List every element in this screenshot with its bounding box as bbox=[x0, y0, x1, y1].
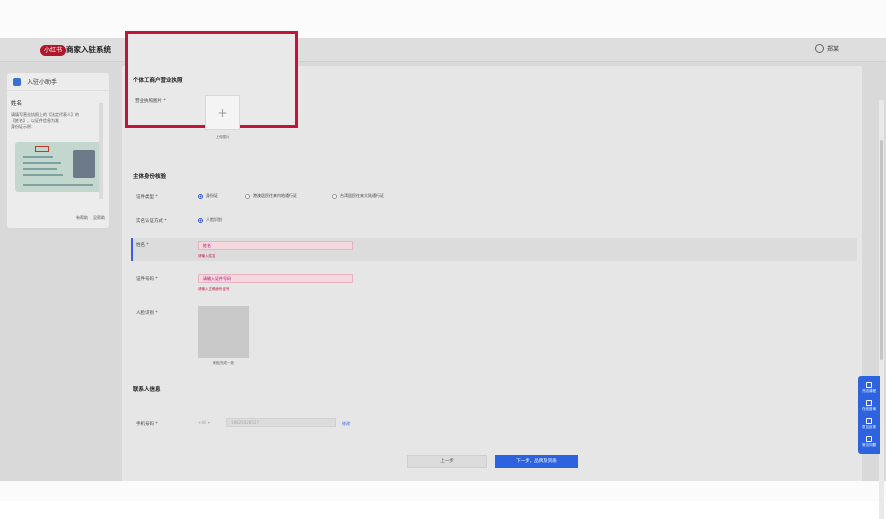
radio-icon bbox=[245, 193, 250, 199]
face-recognition-qr[interactable] bbox=[198, 306, 249, 358]
page-scrollbar-thumb[interactable] bbox=[880, 140, 883, 360]
verify-method-option-label: 人脸识别 bbox=[206, 217, 222, 222]
feedback-useful-button[interactable]: 有帮助 bbox=[76, 215, 88, 221]
id-type-option-1[interactable]: 身份证 bbox=[198, 193, 218, 199]
name-input[interactable]: 姓名 bbox=[198, 241, 353, 250]
page-scrollbar[interactable] bbox=[879, 100, 884, 519]
rail-item-faq[interactable]: 常见问题 bbox=[862, 436, 876, 448]
next-step-button[interactable]: 下一步，品牌及资质 bbox=[495, 455, 578, 468]
id-type-option-1-label: 身份证 bbox=[206, 193, 218, 198]
contact-section-title: 联系人信息 bbox=[133, 387, 161, 393]
assistant-title: 入驻小助手 bbox=[27, 79, 58, 86]
business-license-title: 个体工商户营业执照 bbox=[133, 78, 183, 84]
assistant-header: 入驻小助手 bbox=[7, 73, 109, 91]
name-label: 姓名 * bbox=[136, 243, 149, 248]
phone-edit-link[interactable]: 修改 bbox=[342, 421, 350, 427]
book-icon bbox=[866, 382, 872, 388]
browser-frame: 小红书 商家入驻系统 郑某 入驻小助手 姓名 请填写营业执照上的【法定代表人】的… bbox=[0, 0, 886, 519]
rail-item-course[interactable]: 开店课程 bbox=[862, 382, 876, 394]
plus-icon: + bbox=[217, 105, 228, 120]
id-type-option-3-label: 台湾居民往来大陆通行证 bbox=[340, 193, 384, 198]
rail-label: 开店课程 bbox=[862, 389, 876, 393]
id-number-label: 证件号码 * bbox=[136, 277, 158, 282]
id-card-highlight bbox=[35, 146, 49, 152]
rail-label: 意见反馈 bbox=[862, 425, 876, 429]
assistant-scrollbar[interactable] bbox=[99, 103, 103, 199]
id-card-line bbox=[23, 174, 63, 176]
id-card-line bbox=[23, 156, 53, 158]
brand-logo: 小红书 bbox=[40, 45, 67, 56]
id-card-photo bbox=[73, 150, 95, 178]
radio-selected-icon bbox=[198, 217, 203, 223]
chat-icon bbox=[866, 400, 872, 406]
id-card-line bbox=[23, 162, 61, 164]
id-number-error: 请输入正确身份证号 bbox=[198, 287, 230, 291]
rail-item-feedback[interactable]: 意见反馈 bbox=[862, 418, 876, 430]
assistant-body: 姓名 请填写营业执照上的【法定代表人】的 【姓名】，以证件信息为准 身份证示例： bbox=[11, 99, 105, 204]
license-image-label: 营业执照图片 * bbox=[135, 99, 166, 104]
assistant-example-label: 身份证示例： bbox=[11, 124, 35, 129]
name-error: 请输入姓名 bbox=[198, 254, 216, 258]
right-service-rail: 开店课程 在线咨询 意见反馈 常见问题 bbox=[858, 376, 880, 454]
verify-method-option[interactable]: 人脸识别 bbox=[198, 217, 222, 223]
prev-step-button[interactable]: 上一步 bbox=[407, 455, 487, 468]
id-card-example-image bbox=[15, 142, 101, 192]
phone-input[interactable]: 18825028527 bbox=[226, 418, 336, 427]
id-type-label: 证件类型 * bbox=[136, 195, 158, 200]
face-label: 人脸识别 * bbox=[136, 311, 158, 316]
id-number-input[interactable]: 请输入证件号码 bbox=[198, 274, 353, 283]
feedback-useless-button[interactable]: 没帮助 bbox=[93, 215, 105, 221]
question-icon bbox=[866, 436, 872, 442]
id-type-option-2-label: 港澳居民往来内地通行证 bbox=[253, 193, 297, 198]
id-card-line bbox=[23, 184, 93, 186]
face-caption: 刷脸完成一致 bbox=[213, 361, 234, 365]
rail-label: 在线咨询 bbox=[862, 407, 876, 411]
verify-method-label: 实名认证方式 * bbox=[136, 219, 167, 224]
id-type-option-2[interactable]: 港澳居民往来内地通行证 bbox=[245, 193, 297, 199]
system-title: 商家入驻系统 bbox=[66, 45, 111, 54]
rail-label: 常见问题 bbox=[862, 443, 876, 447]
onboarding-assistant-panel: 入驻小助手 姓名 请填写营业执照上的【法定代表人】的 【姓名】，以证件信息为准 … bbox=[7, 73, 109, 228]
assistant-feedback: 有帮助 没帮助 bbox=[76, 215, 105, 221]
user-name: 郑某 bbox=[827, 46, 840, 53]
phone-label: 手机号码 * bbox=[136, 422, 158, 427]
id-type-option-3[interactable]: 台湾居民往来大陆通行证 bbox=[332, 193, 384, 199]
assistant-icon bbox=[13, 77, 21, 86]
user-avatar-icon bbox=[815, 44, 824, 53]
identity-section-title: 主体身份核验 bbox=[133, 174, 167, 180]
id-card-line bbox=[23, 168, 57, 170]
phone-prefix-select[interactable]: +86 ▾ bbox=[198, 418, 224, 427]
user-menu[interactable]: 郑某 bbox=[815, 44, 839, 53]
license-upload-button[interactable]: + bbox=[205, 95, 240, 130]
assistant-field-title: 姓名 bbox=[11, 101, 23, 107]
radio-icon bbox=[332, 193, 337, 199]
rail-item-consult[interactable]: 在线咨询 bbox=[862, 400, 876, 412]
feedback-icon bbox=[866, 418, 872, 424]
radio-selected-icon bbox=[198, 193, 203, 199]
license-upload-caption: 上传图片 bbox=[215, 135, 230, 139]
phone-prefix-value: +86 bbox=[198, 420, 207, 425]
